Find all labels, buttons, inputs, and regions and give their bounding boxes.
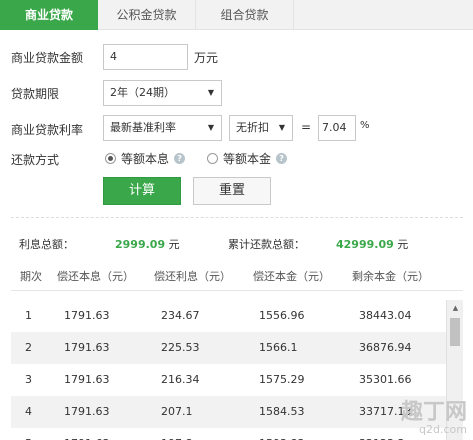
cell-principal: 1593.83: [259, 428, 305, 440]
cell-interest: 216.34: [161, 373, 200, 386]
discount-select[interactable]: 无折扣 ▼: [229, 115, 293, 141]
term-label: 贷款期限: [11, 87, 60, 101]
method-equal-installment-label: 等额本息: [121, 152, 170, 166]
radio-checked-icon: [105, 153, 116, 164]
section-divider: [11, 217, 463, 218]
method-equal-principal-label: 等额本金: [223, 152, 272, 166]
reset-button[interactable]: 重置: [193, 177, 271, 205]
watermark-url: q2d.com: [419, 423, 467, 436]
table-row: 3 1791.63 216.34 1575.29 35301.66: [11, 364, 463, 396]
tab-combined-loan[interactable]: 组合贷款: [196, 0, 294, 30]
amount-unit: 万元: [194, 51, 219, 65]
term-select[interactable]: 2年（24期） ▼: [103, 80, 222, 106]
cell-payment: 1791.63: [64, 405, 110, 418]
method-equal-installment-radio[interactable]: 等额本息 ?: [105, 150, 186, 167]
interest-total-label: 利息总额：: [19, 238, 74, 251]
amount-input[interactable]: 4: [103, 44, 188, 70]
help-icon[interactable]: ?: [276, 153, 288, 164]
term-select-value: 2年（24期）: [110, 86, 175, 99]
rate-type-value: 最新基准利率: [110, 121, 176, 134]
method-label: 还款方式: [11, 153, 60, 167]
rate-label: 商业贷款利率: [11, 123, 84, 137]
repayment-total-amount: 42999.09 元: [336, 236, 408, 252]
cell-principal: 1556.96: [259, 309, 305, 322]
repayment-total-unit: 元: [397, 238, 409, 251]
cell-interest: 207.1: [161, 405, 193, 418]
amount-label: 商业贷款金额: [11, 51, 84, 65]
interest-total-value: 2999.09: [115, 238, 166, 251]
radio-unchecked-icon: [207, 153, 218, 164]
cell-period: 4: [25, 405, 32, 418]
header-remaining: 剩余本金（元）: [352, 270, 429, 283]
cell-remaining: 36876.94: [359, 341, 412, 354]
rate-unit: %: [360, 120, 370, 131]
interest-total-amount: 2999.09 元: [115, 236, 180, 252]
cell-principal: 1575.29: [259, 373, 305, 386]
scroll-thumb[interactable]: [450, 318, 460, 346]
repayment-total-value: 42999.09: [336, 238, 394, 251]
method-equal-principal-radio[interactable]: 等额本金 ?: [207, 150, 288, 167]
cell-period: 3: [25, 373, 32, 386]
schedule-table-header: 期次 偿还本息（元） 偿还利息（元） 偿还本金（元） 剩余本金（元）: [11, 263, 463, 291]
header-payment: 偿还本息（元）: [57, 270, 134, 283]
header-principal: 偿还本金（元）: [253, 270, 330, 283]
header-interest: 偿还利息（元）: [154, 270, 231, 283]
cell-payment: 1791.63: [64, 428, 110, 440]
repayment-total: 累计还款总额：: [228, 236, 305, 252]
table-row: 2 1791.63 225.53 1566.1 36876.94: [11, 332, 463, 364]
cell-principal: 1584.53: [259, 405, 305, 418]
rate-input[interactable]: 7.04: [318, 115, 356, 141]
cell-interest: 225.53: [161, 341, 200, 354]
tab-provident-fund-loan[interactable]: 公积金贷款: [98, 0, 196, 30]
cell-interest: 197.8: [161, 428, 193, 440]
header-period: 期次: [20, 270, 42, 283]
site-watermark: 趣丁网 q2d.com: [401, 402, 467, 436]
help-icon[interactable]: ?: [174, 153, 186, 164]
cell-payment: 1791.63: [64, 309, 110, 322]
table-row: 5 1791.63 197.8 1593.83 32123.3: [11, 428, 463, 440]
repayment-total-label: 累计还款总额：: [228, 238, 305, 251]
cell-interest: 234.67: [161, 309, 200, 322]
cell-period: 5: [25, 428, 32, 440]
cell-remaining: 38443.04: [359, 309, 412, 322]
chevron-down-icon: ▼: [207, 88, 214, 97]
table-row: 1 1791.63 234.67 1556.96 38443.04: [11, 300, 463, 332]
table-row: 4 1791.63 207.1 1584.53 33717.13: [11, 396, 463, 428]
discount-value: 无折扣: [236, 121, 269, 134]
schedule-table-body: 1 1791.63 234.67 1556.96 38443.04 2 1791…: [11, 300, 463, 440]
cell-remaining: 35301.66: [359, 373, 412, 386]
tab-commercial-loan[interactable]: 商业贷款: [0, 0, 98, 30]
scroll-up-arrow-icon[interactable]: ▲: [447, 300, 464, 316]
calculate-button[interactable]: 计算: [103, 177, 181, 205]
chevron-down-icon: ▼: [278, 123, 285, 132]
equals-sign: =: [301, 120, 312, 134]
cell-period: 2: [25, 341, 32, 354]
cell-period: 1: [25, 309, 32, 322]
cell-remaining: 32123.3: [359, 428, 405, 440]
chevron-down-icon: ▼: [207, 123, 214, 132]
cell-payment: 1791.63: [64, 341, 110, 354]
watermark-title: 趣丁网: [400, 400, 467, 425]
interest-total: 利息总额：: [19, 236, 74, 252]
loan-type-tabs: 商业贷款 公积金贷款 组合贷款: [0, 0, 473, 30]
rate-type-select[interactable]: 最新基准利率 ▼: [103, 115, 222, 141]
cell-principal: 1566.1: [259, 341, 298, 354]
cell-payment: 1791.63: [64, 373, 110, 386]
interest-total-unit: 元: [168, 238, 180, 251]
